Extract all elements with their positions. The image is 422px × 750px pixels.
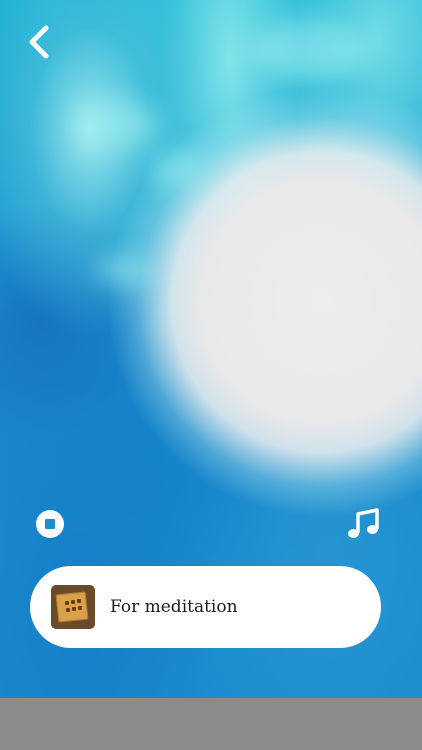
sign-char	[66, 608, 70, 612]
music-note-icon	[348, 508, 379, 538]
back-button[interactable]	[22, 22, 56, 62]
chevron-left-icon	[29, 25, 49, 59]
sign-char	[78, 606, 82, 610]
light-blob	[250, 20, 370, 80]
sign-char	[72, 607, 76, 611]
track-title: For meditation	[110, 597, 238, 617]
bottom-bar	[0, 698, 422, 750]
music-button[interactable]	[345, 506, 381, 542]
stop-button[interactable]	[36, 510, 64, 538]
sign-char	[65, 601, 69, 605]
light-blob	[95, 255, 155, 285]
light-blob	[150, 150, 210, 190]
sign-char	[77, 599, 81, 603]
light-blob	[70, 100, 160, 150]
sign-char	[71, 600, 75, 604]
stop-circle-icon	[36, 510, 64, 538]
visualizer-background: For meditation	[0, 0, 422, 698]
track-thumbnail	[51, 585, 95, 629]
now-playing-card[interactable]: For meditation	[30, 566, 381, 648]
